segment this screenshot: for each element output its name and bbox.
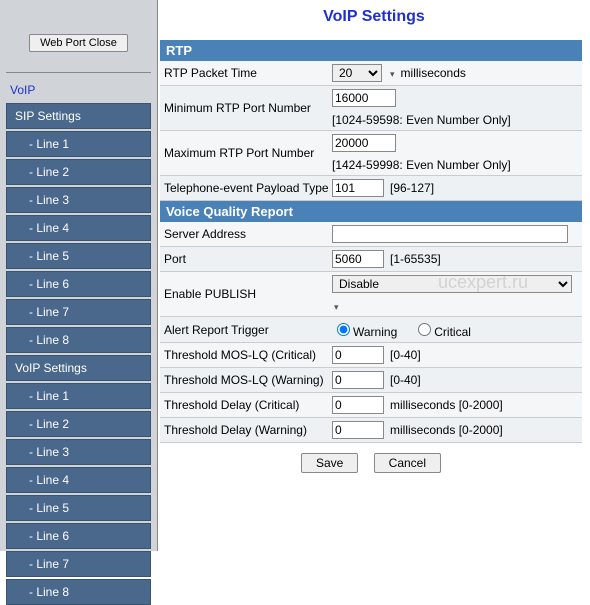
nav-sip-line[interactable]: - Line 3 [6,187,151,213]
nav-voip-line[interactable]: - Line 3 [6,439,151,465]
nav-sip-line[interactable]: - Line 2 [6,159,151,185]
vqr-port-input[interactable] [332,250,384,268]
vqr-delay-warn-label: Threshold Delay (Warning) [164,423,332,437]
nav-voip-line[interactable]: - Line 1 [6,383,151,409]
nav-voip-label[interactable]: VoIP [6,81,151,103]
vqr-mos-warn-hint: [0-40] [390,373,421,387]
dropdown-icon [332,299,339,313]
nav-voip-line[interactable]: - Line 6 [6,523,151,549]
rtp-tel-evt-input[interactable] [332,179,384,197]
nav-sip-line[interactable]: - Line 7 [6,299,151,325]
rtp-min-port-hint: [1024-59598: Even Number Only] [332,113,511,127]
nav-sip-line[interactable]: - Line 8 [6,327,151,353]
nav-voip-line[interactable]: - Line 5 [6,495,151,521]
cancel-button[interactable]: Cancel [374,453,441,473]
vqr-port-hint: [1-65535] [390,252,441,266]
vqr-delay-warn-hint: milliseconds [0-2000] [390,423,503,437]
rtp-min-port-input[interactable] [332,89,396,107]
rtp-max-port-label: Maximum RTP Port Number [164,146,332,160]
vqr-mos-warn-input[interactable] [332,371,384,389]
rtp-max-port-hint: [1424-59998: Even Number Only] [332,158,511,172]
vqr-alert-critical-text: Critical [434,325,471,339]
nav-voip-line[interactable]: - Line 2 [6,411,151,437]
vqr-publish-select[interactable]: Disable [332,275,572,293]
vqr-alert-label: Alert Report Trigger [164,323,332,337]
vqr-server-label: Server Address [164,227,332,241]
sidebar-divider [6,72,151,73]
sidebar: Web Port Close VoIP SIP Settings - Line … [0,0,158,551]
rtp-section-header: RTP [160,40,582,61]
vqr-delay-warn-input[interactable] [332,421,384,439]
vqr-mos-warn-label: Threshold MOS-LQ (Warning) [164,373,332,387]
rtp-max-port-input[interactable] [332,134,396,152]
save-button[interactable]: Save [301,453,358,473]
nav-sip-line[interactable]: - Line 4 [6,215,151,241]
nav-voip-line[interactable]: - Line 4 [6,467,151,493]
rtp-packet-time-unit: milliseconds [401,66,466,80]
nav-voip-settings[interactable]: VoIP Settings [6,355,151,381]
vqr-server-input[interactable] [332,225,568,243]
vqr-alert-critical-radio[interactable] [418,323,431,336]
nav-sip-line[interactable]: - Line 1 [6,131,151,157]
vqr-alert-warning-option[interactable]: Warning [332,320,397,339]
page-title: VoIP Settings [158,8,590,26]
nav-voip-line[interactable]: - Line 8 [6,579,151,605]
vqr-alert-warning-text: Warning [353,325,397,339]
vqr-alert-warning-radio[interactable] [337,323,350,336]
vqr-mos-crit-label: Threshold MOS-LQ (Critical) [164,348,332,362]
nav-voip-line[interactable]: - Line 7 [6,551,151,577]
nav-sip-settings[interactable]: SIP Settings [6,103,151,129]
rtp-min-port-label: Minimum RTP Port Number [164,101,332,115]
web-port-close-button[interactable]: Web Port Close [29,34,128,52]
vqr-port-label: Port [164,252,332,266]
rtp-packet-time-select[interactable]: 20 [332,64,382,82]
vqr-publish-label: Enable PUBLISH [164,287,332,301]
dropdown-icon [388,66,395,80]
vqr-delay-crit-input[interactable] [332,396,384,414]
nav-sip-line[interactable]: - Line 6 [6,271,151,297]
rtp-tel-evt-label: Telephone-event Payload Type [164,181,332,195]
vqr-alert-critical-option[interactable]: Critical [413,320,471,339]
vqr-section-header: Voice Quality Report [160,201,582,222]
vqr-mos-crit-input[interactable] [332,346,384,364]
nav-sip-line[interactable]: - Line 5 [6,243,151,269]
rtp-tel-evt-hint: [96-127] [390,181,434,195]
vqr-mos-crit-hint: [0-40] [390,348,421,362]
vqr-delay-crit-label: Threshold Delay (Critical) [164,398,332,412]
vqr-delay-crit-hint: milliseconds [0-2000] [390,398,503,412]
rtp-packet-time-label: RTP Packet Time [164,66,332,80]
main-panel: VoIP Settings RTP RTP Packet Time 20 mil… [158,0,590,551]
